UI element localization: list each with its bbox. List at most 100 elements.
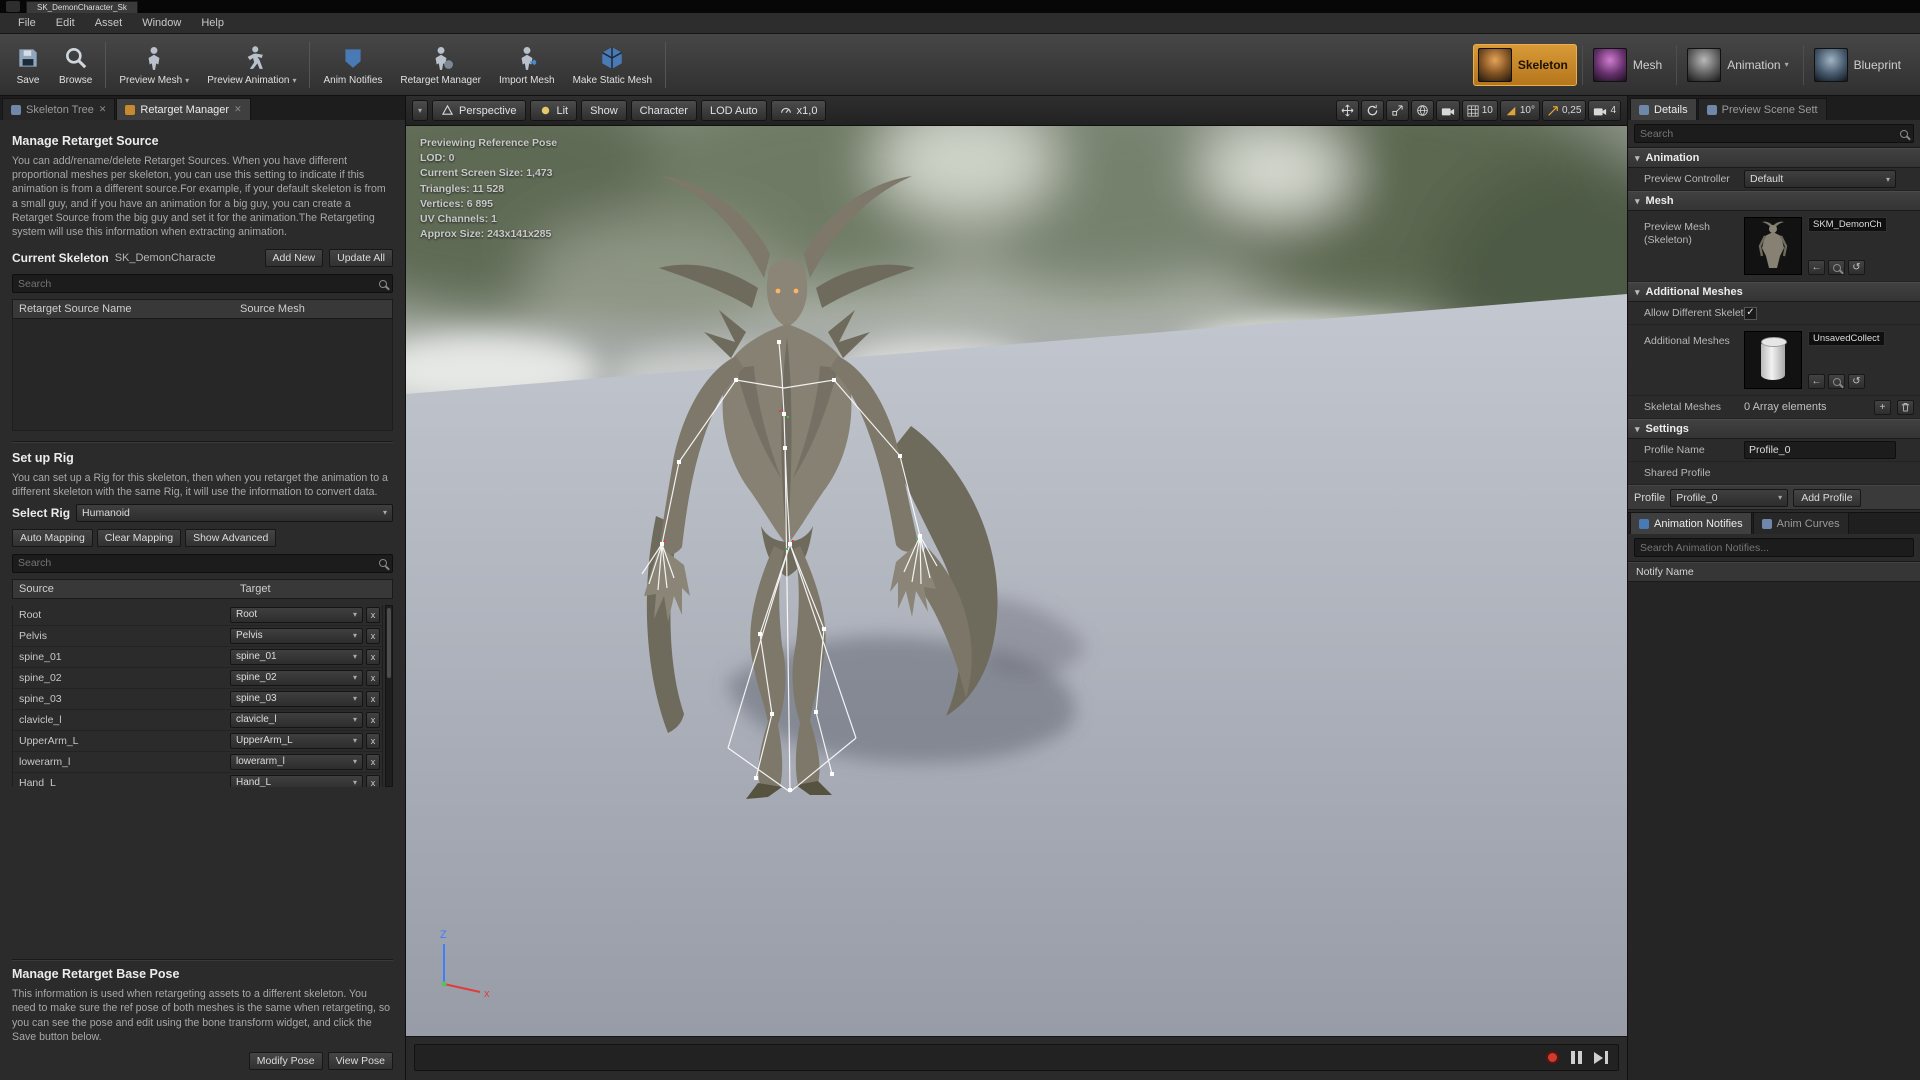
add-profile-button[interactable]: Add Profile bbox=[1793, 489, 1860, 507]
clear-mapping-button[interactable]: Clear Mapping bbox=[97, 529, 181, 547]
section-mesh[interactable]: ▾Mesh bbox=[1628, 191, 1920, 211]
remove-mapping-button[interactable]: x bbox=[366, 712, 380, 728]
menu-window[interactable]: Window bbox=[132, 17, 191, 29]
character-menu-button[interactable]: Character bbox=[631, 100, 697, 121]
browse-to-asset-icon[interactable] bbox=[1828, 260, 1845, 275]
make-static-mesh-button[interactable]: Make Static Mesh bbox=[564, 37, 661, 93]
section-settings[interactable]: ▾Settings bbox=[1628, 419, 1920, 439]
details-search-input[interactable] bbox=[1640, 128, 1900, 140]
tab-animation-notifies[interactable]: Animation Notifies bbox=[1630, 512, 1752, 534]
notifies-list[interactable] bbox=[1628, 582, 1920, 1080]
notifies-search[interactable] bbox=[1634, 538, 1914, 557]
notifies-search-input[interactable] bbox=[1640, 542, 1908, 554]
viewport-canvas[interactable]: Z x bbox=[406, 126, 1627, 1036]
bone-target-dropdown[interactable]: spine_02▾ bbox=[230, 670, 363, 686]
select-rig-dropdown[interactable]: Humanoid ▾ bbox=[76, 504, 393, 522]
preview-mesh-asset-chip[interactable]: SKM_DemonCh bbox=[1808, 217, 1887, 232]
lit-mode-button[interactable]: Lit bbox=[530, 100, 578, 121]
step-forward-button[interactable] bbox=[1594, 1051, 1608, 1064]
reset-icon[interactable]: ↺ bbox=[1848, 374, 1865, 389]
preview-controller-dropdown[interactable]: Default▾ bbox=[1744, 170, 1896, 188]
section-animation[interactable]: ▾Animation bbox=[1628, 148, 1920, 168]
remove-mapping-button[interactable]: x bbox=[366, 628, 380, 644]
browse-button[interactable]: Browse bbox=[50, 37, 101, 93]
bone-target-dropdown[interactable]: UpperArm_L▾ bbox=[230, 733, 363, 749]
tab-skeleton-tree[interactable]: Skeleton Tree ✕ bbox=[2, 98, 115, 120]
profile-name-input[interactable] bbox=[1744, 441, 1896, 459]
tab-anim-curves[interactable]: Anim Curves bbox=[1753, 512, 1849, 534]
bone-target-dropdown[interactable]: Hand_L▾ bbox=[230, 775, 363, 787]
additional-meshes-thumbnail[interactable] bbox=[1744, 331, 1802, 389]
remove-mapping-button[interactable]: x bbox=[366, 670, 380, 686]
grid-snap-toggle[interactable]: 10 bbox=[1462, 100, 1498, 121]
mapping-scrollbar[interactable] bbox=[385, 605, 393, 787]
reset-icon[interactable]: ↺ bbox=[1848, 260, 1865, 275]
bone-target-dropdown[interactable]: Root▾ bbox=[230, 607, 363, 623]
add-element-icon[interactable]: + bbox=[1874, 400, 1891, 415]
additional-meshes-asset-chip[interactable]: UnsavedCollect bbox=[1808, 331, 1885, 346]
retarget-source-list[interactable] bbox=[12, 319, 393, 431]
mode-skeleton-button[interactable]: Skeleton bbox=[1473, 44, 1577, 86]
profile-dropdown[interactable]: Profile_0▾ bbox=[1670, 489, 1788, 507]
update-all-button[interactable]: Update All bbox=[329, 249, 393, 267]
remove-mapping-button[interactable]: x bbox=[366, 607, 380, 623]
show-advanced-button[interactable]: Show Advanced bbox=[185, 529, 276, 547]
remove-mapping-button[interactable]: x bbox=[366, 733, 380, 749]
save-button[interactable]: Save bbox=[6, 37, 50, 93]
retarget-source-search[interactable] bbox=[12, 274, 393, 293]
retarget-manager-button[interactable]: Retarget Manager bbox=[391, 37, 490, 93]
menu-edit[interactable]: Edit bbox=[46, 17, 85, 29]
bone-target-dropdown[interactable]: lowerarm_l▾ bbox=[230, 754, 363, 770]
remove-mapping-button[interactable]: x bbox=[366, 754, 380, 770]
allow-different-skeletons-checkbox[interactable]: ✓ bbox=[1744, 307, 1757, 320]
rig-mapping-search-input[interactable] bbox=[18, 557, 379, 569]
bone-target-dropdown[interactable]: spine_03▾ bbox=[230, 691, 363, 707]
auto-mapping-button[interactable]: Auto Mapping bbox=[12, 529, 93, 547]
pause-button[interactable] bbox=[1571, 1051, 1582, 1064]
details-search[interactable] bbox=[1634, 124, 1914, 143]
mode-animation-button[interactable]: Animation ▾ bbox=[1682, 44, 1797, 86]
import-mesh-button[interactable]: Import Mesh bbox=[490, 37, 564, 93]
modify-pose-button[interactable]: Modify Pose bbox=[249, 1052, 323, 1070]
lod-auto-button[interactable]: LOD Auto bbox=[701, 100, 767, 121]
preview-mesh-thumbnail[interactable] bbox=[1744, 217, 1802, 275]
playback-bar[interactable] bbox=[414, 1044, 1619, 1071]
menu-help[interactable]: Help bbox=[191, 17, 234, 29]
remove-mapping-button[interactable]: x bbox=[366, 691, 380, 707]
rig-mapping-search[interactable] bbox=[12, 554, 393, 573]
scale-tool-button[interactable] bbox=[1386, 100, 1409, 121]
scale-snap-toggle[interactable]: 0,25 bbox=[1542, 100, 1586, 121]
trash-icon[interactable] bbox=[1897, 400, 1914, 415]
section-additional-meshes[interactable]: ▾Additional Meshes bbox=[1628, 282, 1920, 302]
preview-animation-button[interactable]: Preview Animation▾ bbox=[198, 37, 305, 93]
view-pose-button[interactable]: View Pose bbox=[328, 1052, 393, 1070]
tab-retarget-manager[interactable]: Retarget Manager ✕ bbox=[116, 98, 250, 120]
mode-mesh-button[interactable]: Mesh bbox=[1588, 44, 1671, 86]
show-menu-button[interactable]: Show bbox=[581, 100, 627, 121]
perspective-button[interactable]: Perspective bbox=[432, 100, 525, 121]
camera-button[interactable] bbox=[1436, 100, 1460, 121]
tab-preview-scene-settings[interactable]: Preview Scene Sett bbox=[1698, 98, 1827, 120]
document-tab[interactable]: SK_DemonCharacter_Sk bbox=[26, 1, 138, 13]
camera-speed-button[interactable]: 4 bbox=[1588, 100, 1621, 121]
use-selected-icon[interactable]: ← bbox=[1808, 260, 1825, 275]
remove-mapping-button[interactable]: x bbox=[366, 775, 380, 787]
menu-file[interactable]: File bbox=[8, 17, 46, 29]
scrollbar-thumb[interactable] bbox=[387, 608, 391, 678]
add-new-button[interactable]: Add New bbox=[265, 249, 324, 267]
close-icon[interactable]: ✕ bbox=[99, 104, 107, 115]
anim-notifies-button[interactable]: Anim Notifies bbox=[314, 37, 391, 93]
browse-to-asset-icon[interactable] bbox=[1828, 374, 1845, 389]
translate-tool-button[interactable] bbox=[1336, 100, 1359, 121]
remove-mapping-button[interactable]: x bbox=[366, 649, 380, 665]
viewport-options-button[interactable]: ▾ bbox=[412, 100, 428, 121]
mode-blueprint-button[interactable]: Blueprint bbox=[1809, 44, 1910, 86]
bone-target-dropdown[interactable]: clavicle_l▾ bbox=[230, 712, 363, 728]
preview-mesh-button[interactable]: Preview Mesh▾ bbox=[110, 37, 198, 93]
bone-target-dropdown[interactable]: Pelvis▾ bbox=[230, 628, 363, 644]
record-button[interactable] bbox=[1546, 1051, 1559, 1064]
rotate-tool-button[interactable] bbox=[1361, 100, 1384, 121]
rotation-snap-toggle[interactable]: 10° bbox=[1500, 100, 1540, 121]
coordinate-system-button[interactable] bbox=[1411, 100, 1434, 121]
retarget-source-search-input[interactable] bbox=[18, 278, 379, 290]
